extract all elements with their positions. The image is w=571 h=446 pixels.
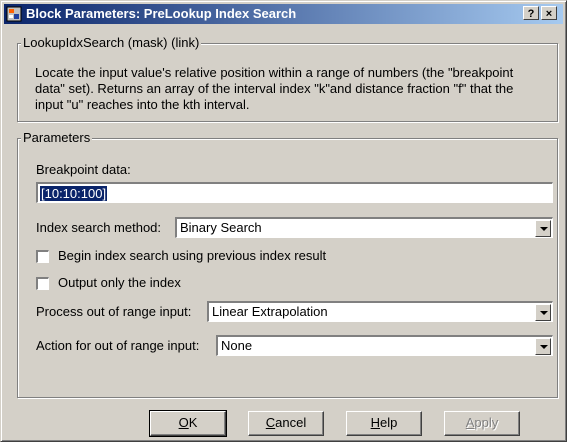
help-button[interactable]: Help xyxy=(346,411,422,436)
dialog-window: Block Parameters: PreLookup Index Search… xyxy=(0,0,567,442)
process-out-of-range-select[interactable]: Linear Extrapolation xyxy=(207,301,553,322)
apply-button[interactable]: Apply xyxy=(444,411,520,436)
close-title-button[interactable]: × xyxy=(541,6,557,20)
process-out-of-range-value: Linear Extrapolation xyxy=(212,304,328,319)
chevron-down-icon[interactable] xyxy=(535,304,551,321)
mask-description-text: Locate the input value's relative positi… xyxy=(35,65,514,112)
breakpoint-data-label: Breakpoint data: xyxy=(36,162,131,177)
ok-button-mnemonic: O xyxy=(178,415,189,430)
help-button-mnemonic: H xyxy=(370,415,381,430)
breakpoint-data-input[interactable]: [10:10:100] xyxy=(36,182,553,203)
chevron-down-icon[interactable] xyxy=(535,338,551,355)
title-bar[interactable]: Block Parameters: PreLookup Index Search… xyxy=(4,4,563,24)
help-title-button[interactable]: ? xyxy=(523,6,539,20)
cancel-button[interactable]: Cancel xyxy=(248,411,324,436)
output-only-index-checkbox[interactable] xyxy=(36,277,49,290)
index-search-method-label: Index search method: xyxy=(36,220,162,235)
apply-button-label: pply xyxy=(474,415,499,430)
cancel-button-mnemonic: C xyxy=(265,415,276,430)
output-only-index-label[interactable]: Output only the index xyxy=(58,275,181,291)
help-button-label: elp xyxy=(380,415,398,430)
cancel-button-label: ancel xyxy=(275,415,307,430)
action-out-of-range-value: None xyxy=(221,338,253,353)
mask-group-legend: LookupIdxSearch (mask) (link) xyxy=(21,35,202,50)
window-title: Block Parameters: PreLookup Index Search xyxy=(26,6,297,21)
ok-button-label: K xyxy=(188,415,198,430)
breakpoint-data-value: [10:10:100] xyxy=(38,185,109,202)
action-out-of-range-label: Action for out of range input: xyxy=(36,338,200,353)
index-search-method-select[interactable]: Binary Search xyxy=(175,217,553,238)
chevron-down-icon[interactable] xyxy=(535,220,551,237)
index-search-method-value: Binary Search xyxy=(180,220,262,235)
parameters-group-legend: Parameters xyxy=(21,130,93,145)
begin-index-search-label[interactable]: Begin index search using previous index … xyxy=(58,248,326,264)
begin-index-search-checkbox[interactable] xyxy=(36,250,49,263)
process-out-of-range-label: Process out of range input: xyxy=(36,304,192,319)
action-out-of-range-select[interactable]: None xyxy=(216,335,553,356)
ok-button[interactable]: OK xyxy=(149,410,227,437)
simulink-app-icon xyxy=(6,6,22,22)
